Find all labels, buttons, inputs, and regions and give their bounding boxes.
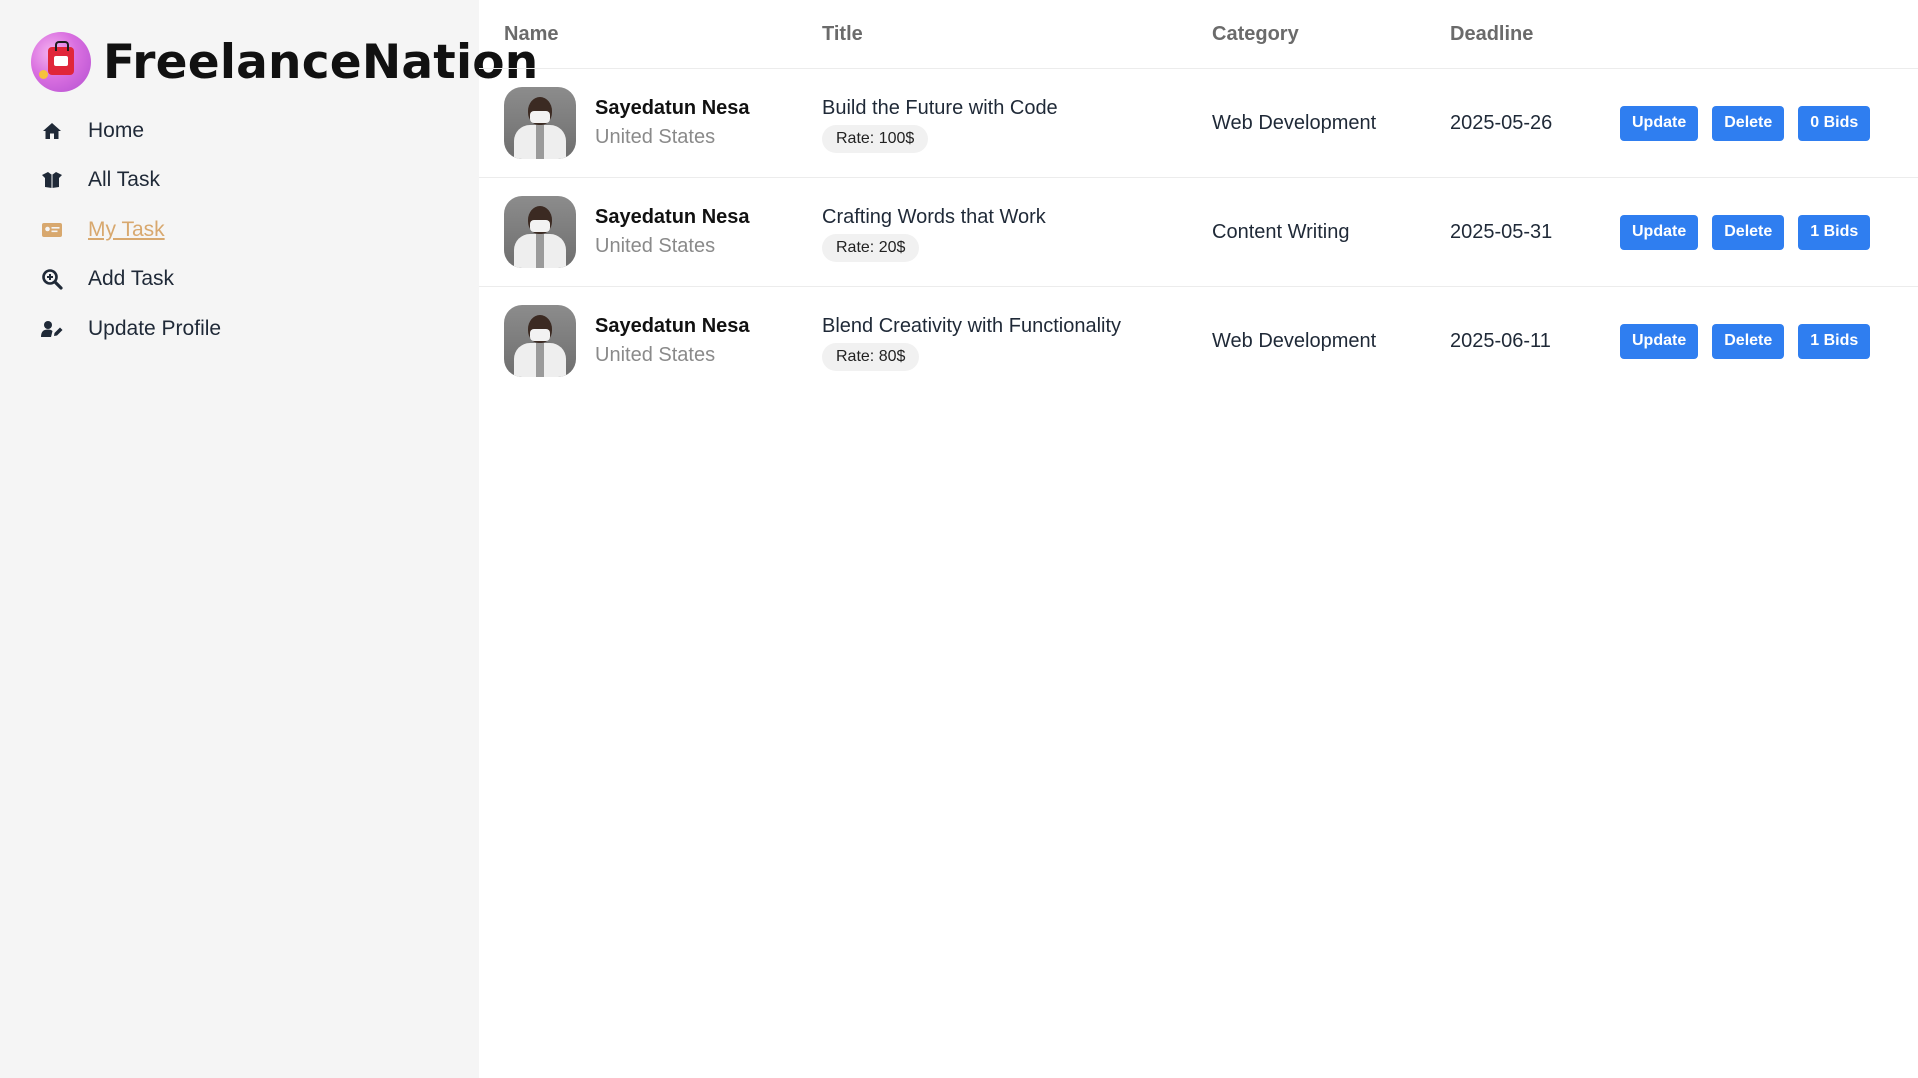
header-name: Name xyxy=(479,0,822,69)
brand[interactable]: FreelanceNation xyxy=(31,32,538,92)
sidebar-item-label: All Task xyxy=(88,168,160,192)
sidebar-item-add-task[interactable]: Add Task xyxy=(31,255,479,305)
sidebar-item-home[interactable]: Home xyxy=(31,106,479,156)
sidebar: FreelanceNation Home All Task My Task Ad… xyxy=(0,0,538,1078)
cell-actions: Update Delete 1 Bids xyxy=(1620,287,1918,396)
app-root: FreelanceNation Home All Task My Task Ad… xyxy=(0,0,1918,1078)
bids-button[interactable]: 1 Bids xyxy=(1798,323,1871,359)
task-category: Content Writing xyxy=(1212,220,1350,243)
cell-title: Crafting Words that Work Rate: 20$ xyxy=(822,177,1212,287)
cell-deadline: 2025-05-31 xyxy=(1450,177,1620,287)
task-deadline: 2025-05-31 xyxy=(1450,220,1553,243)
home-icon xyxy=(41,120,63,142)
sidebar-item-label: Home xyxy=(88,118,145,142)
shopping-bag-icon xyxy=(48,41,74,75)
table-body: Sayedatun Nesa United States Build the F… xyxy=(479,68,1918,396)
rate-badge: Rate: 80$ xyxy=(822,343,920,371)
sidebar-item-update-profile[interactable]: Update Profile xyxy=(31,304,479,354)
user-name: Sayedatun Nesa xyxy=(595,315,750,337)
cell-user: Sayedatun Nesa United States xyxy=(479,287,822,396)
table-row: Sayedatun Nesa United States Blend Creat… xyxy=(479,287,1918,396)
cell-title: Blend Creativity with Functionality Rate… xyxy=(822,287,1212,396)
task-title: Crafting Words that Work xyxy=(822,206,1046,228)
task-title: Blend Creativity with Functionality xyxy=(822,315,1122,337)
delete-button[interactable]: Delete xyxy=(1712,214,1785,250)
avatar xyxy=(504,305,576,377)
avatar xyxy=(504,87,576,159)
header-title: Title xyxy=(822,0,1212,69)
search-plus-icon xyxy=(41,268,63,290)
sidebar-item-all-task[interactable]: All Task xyxy=(31,156,479,206)
user-country: United States xyxy=(595,126,716,148)
rate-badge: Rate: 20$ xyxy=(822,234,920,262)
delete-button[interactable]: Delete xyxy=(1712,105,1785,141)
bids-button[interactable]: 0 Bids xyxy=(1798,105,1871,141)
cell-actions: Update Delete 0 Bids xyxy=(1620,68,1918,178)
sidebar-item-label: My Task xyxy=(88,217,165,241)
cell-user: Sayedatun Nesa United States xyxy=(479,177,822,287)
delete-button[interactable]: Delete xyxy=(1712,323,1785,359)
header-actions xyxy=(1620,0,1918,69)
cell-category: Web Development xyxy=(1212,68,1450,178)
cell-deadline: 2025-05-26 xyxy=(1450,68,1620,178)
task-category: Web Development xyxy=(1212,111,1377,134)
brand-logo-icon xyxy=(31,32,91,92)
cell-actions: Update Delete 1 Bids xyxy=(1620,177,1918,287)
user-edit-icon xyxy=(41,318,63,340)
user-country: United States xyxy=(595,344,716,366)
box-open-icon xyxy=(41,169,63,191)
update-button[interactable]: Update xyxy=(1620,323,1699,359)
user-name: Sayedatun Nesa xyxy=(595,206,750,228)
update-button[interactable]: Update xyxy=(1620,214,1699,250)
task-category: Web Development xyxy=(1212,329,1377,352)
user-name: Sayedatun Nesa xyxy=(595,97,750,119)
cell-title: Build the Future with Code Rate: 100$ xyxy=(822,68,1212,178)
sidebar-nav: Home All Task My Task Add Task Update Pr… xyxy=(31,106,479,354)
table-header: Name Title Category Deadline xyxy=(479,0,1918,69)
logo-dot xyxy=(39,70,48,79)
my-tasks-table: Name Title Category Deadline Sayedatun N… xyxy=(479,0,1918,395)
cell-deadline: 2025-06-11 xyxy=(1450,287,1620,396)
cell-category: Content Writing xyxy=(1212,177,1450,287)
main-content: Name Title Category Deadline Sayedatun N… xyxy=(479,0,1918,1078)
id-card-icon xyxy=(41,219,63,241)
bids-button[interactable]: 1 Bids xyxy=(1798,214,1871,250)
task-deadline: 2025-05-26 xyxy=(1450,111,1553,134)
user-country: United States xyxy=(595,235,716,257)
task-deadline: 2025-06-11 xyxy=(1450,329,1551,352)
brand-name: FreelanceNation xyxy=(103,34,539,90)
avatar xyxy=(504,196,576,268)
sidebar-item-my-task[interactable]: My Task xyxy=(31,205,479,255)
sidebar-item-label: Update Profile xyxy=(88,316,222,340)
cell-user: Sayedatun Nesa United States xyxy=(479,68,822,178)
sidebar-item-label: Add Task xyxy=(88,267,174,291)
update-button[interactable]: Update xyxy=(1620,105,1699,141)
cell-category: Web Development xyxy=(1212,287,1450,396)
task-title: Build the Future with Code xyxy=(822,97,1058,119)
header-category: Category xyxy=(1212,0,1450,69)
table-row: Sayedatun Nesa United States Build the F… xyxy=(479,68,1918,178)
table-row: Sayedatun Nesa United States Crafting Wo… xyxy=(479,177,1918,287)
header-deadline: Deadline xyxy=(1450,0,1620,69)
rate-badge: Rate: 100$ xyxy=(822,125,929,153)
